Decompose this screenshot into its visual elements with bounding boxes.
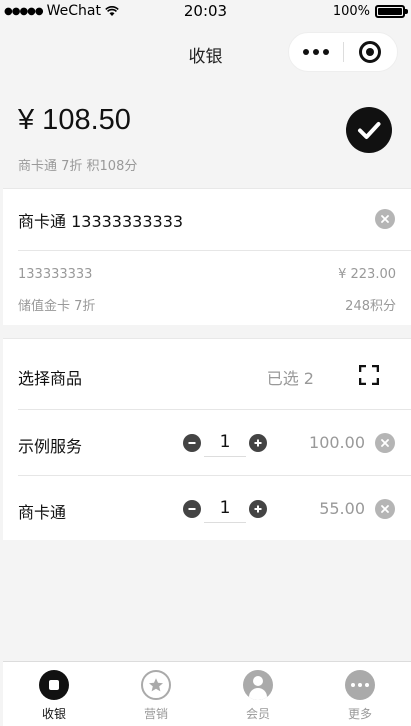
item-price: 100.00 — [309, 433, 365, 452]
goods-card: 选择商品 已选 2 示例服务 1 100.00 商卡通 1 55.00 — [3, 338, 411, 540]
stop-circle-icon — [39, 670, 69, 700]
remove-item-button[interactable] — [375, 433, 395, 453]
close-icon — [381, 215, 389, 223]
item-name: 商卡通 — [18, 503, 67, 522]
discount-points-summary: 商卡通 7折 积108分 — [18, 159, 138, 174]
quantity-value[interactable]: 1 — [204, 432, 246, 457]
tab-label: 收银 — [41, 707, 66, 721]
decrease-qty-button[interactable] — [183, 500, 201, 518]
clear-member-button[interactable] — [375, 209, 395, 229]
tab-checkout[interactable]: 收银 — [3, 662, 105, 726]
member-card-type: 储值金卡 7折 — [18, 299, 96, 314]
more-icon — [345, 670, 375, 700]
quantity-value[interactable]: 1 — [204, 498, 246, 523]
remove-item-button[interactable] — [375, 499, 395, 519]
divider — [18, 250, 411, 251]
total-amount: ¥ 108.50 — [18, 104, 131, 136]
plus-icon — [254, 505, 262, 513]
tab-label: 营销 — [143, 707, 168, 721]
decrease-qty-button[interactable] — [183, 434, 201, 452]
confirm-checkout-button[interactable] — [346, 107, 392, 153]
status-bar: ●●●●● WeChat 20:03 100% — [0, 0, 411, 24]
battery-info: 100% — [332, 4, 408, 19]
divider — [18, 475, 411, 476]
item-name: 示例服务 — [18, 437, 83, 456]
member-phone: 133333333 — [18, 267, 93, 282]
plus-icon — [254, 439, 262, 447]
amount-summary: ¥ 108.50 商卡通 7折 积108分 — [0, 80, 411, 188]
selected-count: 已选 2 — [266, 369, 314, 388]
battery-percent: 100% — [332, 4, 370, 19]
minus-icon — [188, 442, 196, 444]
mini-program-capsule — [288, 32, 398, 72]
member-balance: ¥ 223.00 — [338, 267, 396, 282]
tab-marketing[interactable]: 营销 — [105, 662, 207, 726]
navigation-bar: 收银 — [0, 24, 411, 80]
target-icon — [359, 41, 382, 63]
select-goods-label[interactable]: 选择商品 — [18, 365, 82, 389]
close-icon — [381, 439, 389, 447]
scan-icon[interactable] — [359, 365, 379, 385]
member-card: 商卡通 13333333333 133333333 ¥ 223.00 储值金卡 … — [3, 188, 411, 325]
star-icon — [141, 670, 171, 700]
tab-bar: 收银 营销 会员 更多 — [3, 661, 411, 726]
more-menu-button[interactable] — [289, 49, 343, 55]
user-icon — [243, 670, 273, 700]
tab-label: 更多 — [347, 707, 372, 721]
check-icon — [358, 122, 381, 139]
tab-members[interactable]: 会员 — [207, 662, 309, 726]
increase-qty-button[interactable] — [249, 500, 267, 518]
member-points: 248积分 — [345, 299, 396, 314]
member-name: 商卡通 13333333333 — [18, 212, 184, 231]
item-price: 55.00 — [319, 499, 365, 518]
tab-more[interactable]: 更多 — [309, 662, 411, 726]
divider — [18, 409, 411, 410]
increase-qty-button[interactable] — [249, 434, 267, 452]
close-mini-program-button[interactable] — [343, 41, 397, 63]
minus-icon — [188, 508, 196, 510]
close-icon — [381, 505, 389, 513]
battery-icon — [375, 5, 408, 18]
tab-label: 会员 — [245, 707, 270, 721]
